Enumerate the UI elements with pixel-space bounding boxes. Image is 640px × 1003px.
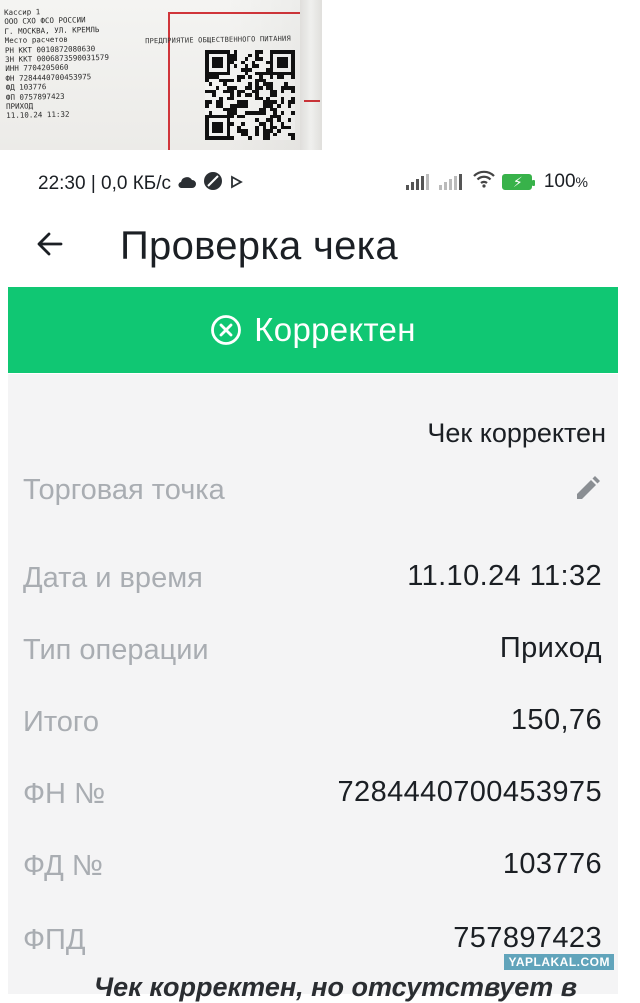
verdict-text: Чек корректен (427, 418, 606, 448)
status-left: 22:30 | 0,0 КБ/с (38, 171, 243, 197)
signal-icon (405, 174, 429, 190)
receipt-line: ФН 7284440700453975 (5, 72, 92, 83)
detail-label: ФПД (23, 924, 86, 956)
detail-row-fd: ФД № 103776 (8, 842, 618, 892)
footer-note: Чек корректен, но отсутствует в (94, 972, 578, 1002)
receipt-line: ЗН ККТ 0006873590031579 (4, 52, 110, 65)
status-right: ⚡ 100% (405, 170, 588, 194)
detail-label: ФН № (23, 778, 106, 810)
cloud-icon (177, 173, 197, 195)
wifi-icon (472, 170, 496, 194)
receipt-line: ФД 103776 (5, 82, 47, 93)
app-header: Проверка чека (0, 208, 640, 286)
detail-value: 103776 (502, 848, 602, 880)
detail-label: Торговая точка (23, 474, 225, 506)
blocked-icon (203, 171, 223, 197)
receipt-line: ФП 0757897423 (5, 91, 65, 102)
detail-row-operation-type: Тип операции Приход (8, 626, 618, 676)
receipt-edge (300, 0, 322, 150)
detail-value: 7284440700453975 (337, 776, 602, 808)
signal-icon (438, 174, 462, 190)
qr-code (205, 50, 295, 140)
receipt-line: ПРИХОД (5, 101, 34, 112)
status-time: 22:30 | 0,0 КБ/с (38, 173, 172, 194)
receipt-red-mark (304, 100, 320, 102)
page-title: Проверка чека (120, 224, 398, 268)
receipt-line: ООО СХО ФСО РОССИИ (4, 15, 86, 27)
detail-row-fn: ФН № 7284440700453975 (8, 770, 618, 820)
receipt-line: Кассир 1 (4, 7, 41, 17)
receipt-details: Чек корректен Торговая точка Дата и врем… (8, 374, 618, 1002)
battery-percent: 100 (543, 171, 576, 192)
receipt-line: ИНН 7704205060 (5, 63, 69, 74)
detail-value: 757897423 (453, 922, 602, 954)
detail-row-total: Итого 150,76 (8, 698, 618, 748)
receipt-photo: Кассир 1 ООО СХО ФСО РОССИИ Г. МОСКВА, У… (0, 0, 322, 150)
receipt-line: Г. МОСКВА, УЛ. КРЕМЛЬ (4, 24, 100, 36)
circle-x-icon (210, 314, 242, 346)
status-banner: Корректен (8, 287, 618, 373)
status-bar: 22:30 | 0,0 КБ/с ⚡ 100% (0, 158, 640, 208)
detail-label: ФД № (23, 850, 103, 882)
detail-row-store: Торговая точка (8, 466, 618, 516)
receipt-text: Кассир 1 ООО СХО ФСО РОССИИ Г. МОСКВА, У… (4, 5, 146, 121)
arrow-left-icon (35, 229, 65, 264)
detail-row-datetime: Дата и время 11.10.24 11:32 (8, 554, 618, 604)
back-button[interactable] (30, 226, 70, 266)
watermark: YAPLAKAL.COM (504, 954, 614, 970)
receipt-red-frame (168, 12, 312, 150)
battery-level: 100% (544, 171, 588, 193)
receipt-line: 11.10.24 11:32 (6, 110, 70, 121)
pencil-icon[interactable] (574, 476, 600, 502)
play-icon (229, 173, 243, 195)
detail-value: 150,76 (510, 704, 602, 736)
battery-percent-sign: % (575, 174, 588, 190)
receipt-line: РН ККТ 0010872080630 (4, 43, 96, 55)
detail-value: 11.10.24 11:32 (407, 560, 602, 592)
receipt-company-caption: ПРЕДПРИЯТИЕ ОБЩЕСТВЕННОГО ПИТАНИЯ (145, 34, 291, 46)
battery-icon: ⚡ (501, 174, 535, 190)
detail-label: Итого (23, 706, 99, 738)
receipt-line: Место расчетов (4, 34, 68, 46)
banner-status-text: Корректен (254, 311, 416, 348)
detail-label: Дата и время (23, 562, 203, 594)
detail-value: Приход (499, 632, 602, 664)
detail-label: Тип операции (23, 634, 209, 666)
